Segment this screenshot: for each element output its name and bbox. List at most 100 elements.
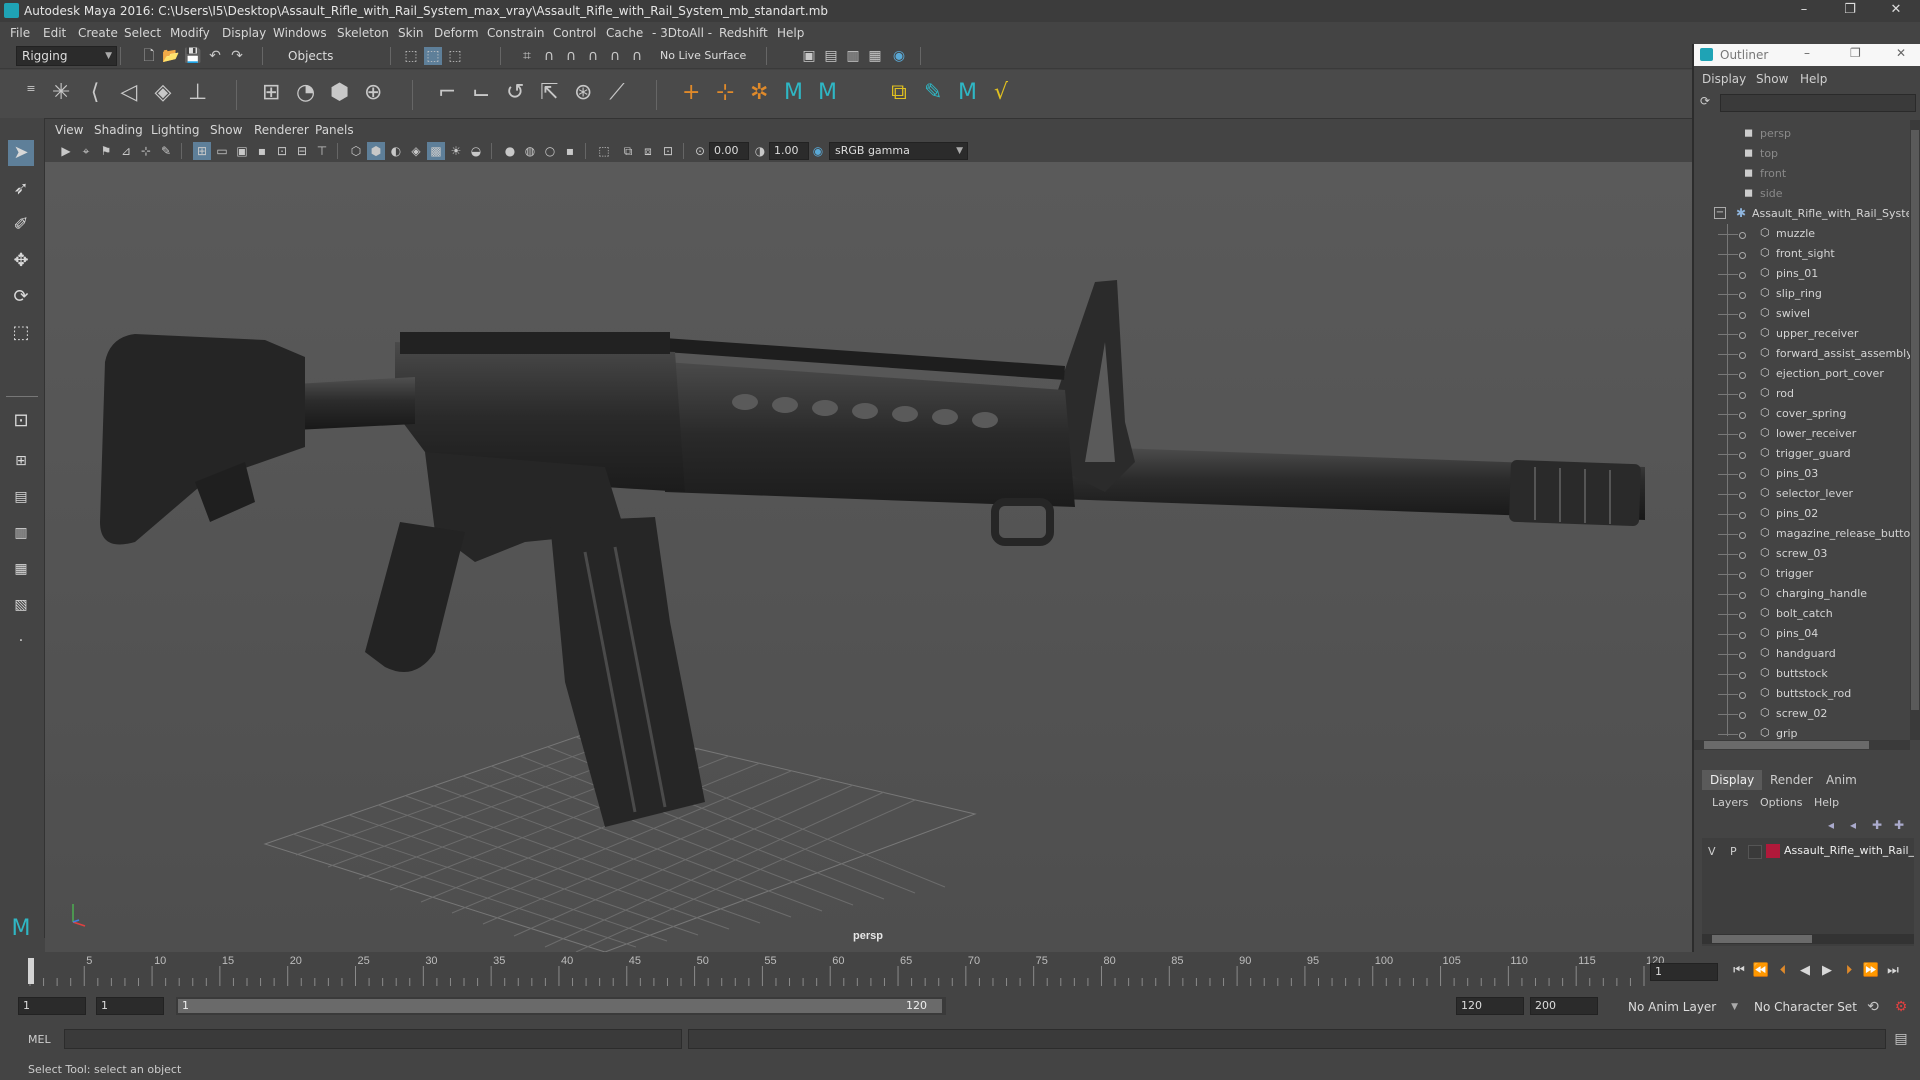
panel-menu-panels[interactable]: Panels [315, 123, 354, 137]
isolate-select-icon[interactable]: ⬚ [595, 142, 613, 160]
outliner-item-pins-03[interactable]: ⬡ pins_03 [1694, 464, 1909, 484]
ik-spline-icon[interactable]: ◁ [120, 82, 138, 104]
grease-pencil-icon[interactable]: ✎ [157, 142, 175, 160]
layer-menu-layers[interactable]: Layers [1712, 796, 1748, 809]
save-scene-icon[interactable]: 💾 [184, 47, 202, 65]
wireframe-icon[interactable]: ⬡ [347, 142, 365, 160]
2d-pan-zoom-icon[interactable]: ⊹ [137, 142, 155, 160]
select-component-icon[interactable]: ⬚ [446, 47, 464, 65]
camera-attributes-icon[interactable]: ⌖ [77, 142, 95, 160]
refresh-icon[interactable]: ⟳ [1700, 94, 1716, 110]
resolution-gate-icon[interactable]: ▣ [233, 142, 251, 160]
outliner-item-top[interactable]: ◼ top [1694, 144, 1909, 164]
outliner-item-front-sight[interactable]: ⬡ front_sight [1694, 244, 1909, 264]
layer-visibility-toggle[interactable]: V [1708, 845, 1716, 858]
grid-toggle-icon[interactable]: ⊞ [193, 142, 211, 160]
view-transform-dropdown[interactable]: sRGB gamma ▼ [829, 142, 968, 160]
script-editor-icon[interactable]: ▤ [1892, 1030, 1910, 1048]
undo-icon[interactable]: ↶ [206, 47, 224, 65]
parent-constraint-icon[interactable]: ⊛ [574, 82, 592, 104]
safe-action-icon[interactable]: ⊟ [293, 142, 311, 160]
menu-deform[interactable]: Deform [434, 26, 479, 40]
render-settings-icon[interactable]: ▦ [866, 47, 884, 65]
step-forward-icon[interactable]: ⏩ [1862, 962, 1880, 980]
bind-skin-icon[interactable]: ◈ [154, 82, 172, 104]
lattice-icon[interactable]: ⊞ [262, 82, 280, 104]
outliner-item-trigger-guard[interactable]: ⬡ trigger_guard [1694, 444, 1909, 464]
redo-icon[interactable]: ↷ [228, 47, 246, 65]
outliner-minimize-button[interactable]: – [1804, 46, 1810, 60]
menu-create[interactable]: Create [78, 26, 118, 40]
panel-menu-shading[interactable]: Shading [94, 123, 143, 137]
perspective-viewport[interactable]: persp [45, 162, 1692, 952]
bookmark-icon[interactable]: ⚑ [97, 142, 115, 160]
hypershade-layout-icon[interactable]: ▦ [8, 556, 34, 582]
menu-cache[interactable]: Cache [606, 26, 643, 40]
outliner-item-selector-lever[interactable]: ⬡ selector_lever [1694, 484, 1909, 504]
go-to-start-icon[interactable]: ⏮ [1730, 962, 1748, 980]
gate-mask-icon[interactable]: ▪ [253, 142, 271, 160]
rotate-tool-icon[interactable]: ⟳ [8, 284, 34, 310]
outliner-item-swivel[interactable]: ⬡ swivel [1694, 304, 1909, 324]
scale-constraint-icon[interactable]: ⇱ [540, 82, 558, 104]
outliner-item-upper-receiver[interactable]: ⬡ upper_receiver [1694, 324, 1909, 344]
layer-type-toggle[interactable] [1748, 845, 1762, 859]
snap-magnet-icon[interactable]: ∩ [628, 47, 646, 65]
outliner-item-magazine-release-button[interactable]: ⬡ magazine_release_button [1694, 524, 1917, 544]
outliner-item-forward-assist-assembly[interactable]: ⬡ forward_assist_assembly [1694, 344, 1913, 364]
render-view-icon[interactable]: ▣ [800, 47, 818, 65]
antialiasing-icon[interactable]: ○ [541, 142, 559, 160]
outliner-item-handguard[interactable]: ⬡ handguard [1694, 644, 1909, 664]
xray-components-icon[interactable]: ⊡ [659, 142, 677, 160]
maximize-button[interactable]: ❐ [1830, 0, 1870, 22]
more-layouts-icon[interactable]: · [8, 628, 34, 654]
menu-control[interactable]: Control [553, 26, 596, 40]
orient-constraint-icon[interactable]: ↺ [506, 82, 524, 104]
use-all-lights-icon[interactable]: ☀ [447, 142, 465, 160]
select-hierarchy-icon[interactable]: ⬚ [402, 47, 420, 65]
outliner-item-muzzle[interactable]: ⬡ muzzle [1694, 224, 1909, 244]
select-tool-icon[interactable]: ➤ [8, 140, 34, 166]
lasso-tool-icon[interactable]: ➶ [8, 176, 34, 202]
check-tool-icon[interactable]: √ [992, 82, 1010, 104]
layer-row[interactable]: V P Assault_Rifle_with_Rail_System [1702, 842, 1914, 860]
outliner-item-trigger[interactable]: ⬡ trigger [1694, 564, 1909, 584]
xray-icon[interactable]: ⧉ [619, 142, 637, 160]
exposure-field[interactable]: 0.00 [709, 142, 749, 160]
anim-end-field[interactable]: 200 [1530, 997, 1598, 1015]
menu-help[interactable]: Help [777, 26, 804, 40]
exposure-icon[interactable]: ⊙ [691, 142, 709, 160]
point-constraint-icon[interactable]: ⌐ [438, 82, 456, 104]
panel-menu-show[interactable]: Show [210, 123, 242, 137]
aim-constraint-icon[interactable]: ⌙ [472, 82, 490, 104]
playback-start-field[interactable]: 1 [96, 997, 164, 1015]
maya-tool-a-icon[interactable]: M [784, 82, 803, 104]
outliner-item-front[interactable]: ◼ front [1694, 164, 1909, 184]
step-back-key-icon[interactable]: ⏴ [1774, 962, 1792, 980]
menu-skin[interactable]: Skin [398, 26, 424, 40]
layer-tab-display[interactable]: Display [1702, 770, 1763, 790]
single-view-icon[interactable]: ⊡ [8, 408, 34, 434]
step-forward-key-icon[interactable]: ⏵ [1840, 962, 1858, 980]
range-slider[interactable]: 1 120 [176, 997, 946, 1015]
layer-tab-render[interactable]: Render [1762, 770, 1821, 790]
outliner-horizontal-scrollbar[interactable] [1694, 740, 1910, 750]
four-view-icon[interactable]: ⊞ [8, 448, 34, 474]
script-language-toggle[interactable]: MEL [28, 1033, 51, 1046]
menu-windows[interactable]: Windows [273, 26, 327, 40]
outliner-vertical-scrollbar[interactable] [1910, 120, 1920, 740]
menu-3dtoall[interactable]: - 3DtoAll - [652, 26, 712, 40]
motion-blur-icon[interactable]: ◍ [521, 142, 539, 160]
ipr-render-icon[interactable]: ▥ [844, 47, 862, 65]
snap-curve-icon[interactable]: ∩ [540, 47, 558, 65]
outliner-item-screw-03[interactable]: ⬡ screw_03 [1694, 544, 1909, 564]
move-tool-icon[interactable]: ✥ [8, 248, 34, 274]
depth-of-field-icon[interactable]: ▪ [561, 142, 579, 160]
joint-orient-icon[interactable]: ⊹ [716, 82, 734, 104]
gamma-field[interactable]: 1.00 [769, 142, 809, 160]
color-management-icon[interactable]: ◉ [809, 142, 827, 160]
field-chart-icon[interactable]: ⊡ [273, 142, 291, 160]
range-slider-thumb[interactable] [178, 999, 942, 1013]
snap-view-icon[interactable]: ∩ [584, 47, 602, 65]
outliner-item-charging-handle[interactable]: ⬡ charging_handle [1694, 584, 1909, 604]
